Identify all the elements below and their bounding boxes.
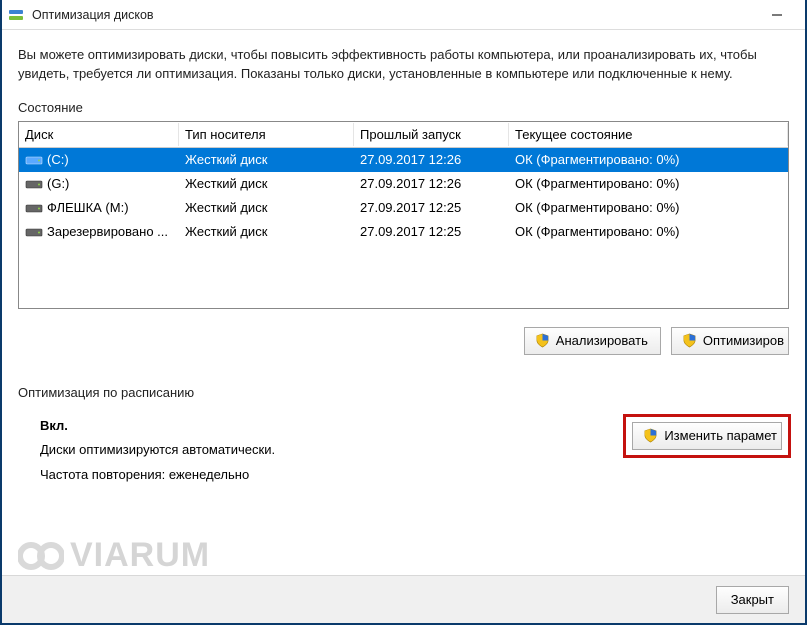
- status-label: Состояние: [18, 100, 789, 115]
- cell-media: Жесткий диск: [179, 173, 354, 194]
- col-header-media[interactable]: Тип носителя: [179, 123, 354, 146]
- cell-last-run: 27.09.2017 12:25: [354, 221, 509, 242]
- optimize-button[interactable]: Оптимизиров: [671, 327, 789, 355]
- col-header-state[interactable]: Текущее состояние: [509, 123, 788, 146]
- cell-disk-label: ФЛЕШКА (M:): [47, 200, 129, 215]
- drive-icon: [25, 225, 43, 239]
- cell-disk: (C:): [19, 149, 179, 171]
- cell-disk: (G:): [19, 173, 179, 195]
- drives-grid[interactable]: Диск Тип носителя Прошлый запуск Текущее…: [18, 121, 789, 309]
- titlebar: Оптимизация дисков: [2, 0, 805, 30]
- window-title: Оптимизация дисков: [32, 8, 754, 22]
- schedule-frequency-text: Частота повторения: еженедельно: [40, 463, 623, 488]
- description-text: Вы можете оптимизировать диски, чтобы по…: [18, 46, 789, 84]
- cell-media: Жесткий диск: [179, 221, 354, 242]
- drive-icon: [25, 177, 43, 191]
- cell-current-state: ОК (Фрагментировано: 0%): [509, 173, 788, 194]
- minimize-button[interactable]: [754, 1, 799, 29]
- cell-media: Жесткий диск: [179, 149, 354, 170]
- grid-header: Диск Тип носителя Прошлый запуск Текущее…: [19, 122, 788, 148]
- cell-disk-label: (G:): [47, 176, 69, 191]
- bottom-bar: Закрыт: [2, 575, 805, 623]
- cell-current-state: ОК (Фрагментировано: 0%): [509, 221, 788, 242]
- table-row[interactable]: ФЛЕШКА (M:) Жесткий диск27.09.2017 12:25О…: [19, 196, 788, 220]
- schedule-on-label: Вкл.: [40, 414, 623, 439]
- watermark: VIARUM: [18, 536, 210, 575]
- col-header-disk[interactable]: Диск: [19, 123, 179, 146]
- action-buttons-row: Анализировать Оптимизиров: [18, 327, 789, 355]
- drive-icon: [25, 201, 43, 215]
- cell-disk-label: (C:): [47, 152, 69, 167]
- col-header-last[interactable]: Прошлый запуск: [354, 123, 509, 146]
- cell-disk: ФЛЕШКА (M:): [19, 197, 179, 219]
- analyze-button[interactable]: Анализировать: [524, 327, 661, 355]
- uac-shield-icon: [535, 333, 550, 348]
- cell-last-run: 27.09.2017 12:25: [354, 197, 509, 218]
- optimize-button-label: Оптимизиров: [703, 333, 784, 348]
- uac-shield-icon: [682, 333, 697, 348]
- cell-disk-label: Зарезервировано ...: [47, 224, 168, 239]
- uac-shield-icon: [643, 428, 658, 443]
- table-row[interactable]: (C:) Жесткий диск27.09.2017 12:26ОК (Фраг…: [19, 148, 788, 172]
- cell-media: Жесткий диск: [179, 197, 354, 218]
- close-button-label: Закрыт: [731, 592, 774, 607]
- highlight-box: Изменить парамет: [623, 414, 791, 458]
- cell-disk: Зарезервировано ...: [19, 221, 179, 243]
- change-settings-button[interactable]: Изменить парамет: [632, 422, 782, 450]
- schedule-auto-text: Диски оптимизируются автоматически.: [40, 438, 623, 463]
- change-settings-button-label: Изменить парамет: [664, 428, 777, 443]
- close-button[interactable]: Закрыт: [716, 586, 789, 614]
- cell-last-run: 27.09.2017 12:26: [354, 173, 509, 194]
- schedule-status-block: Вкл. Диски оптимизируются автоматически.…: [18, 414, 623, 488]
- table-row[interactable]: (G:) Жесткий диск27.09.2017 12:26ОК (Фраг…: [19, 172, 788, 196]
- cell-last-run: 27.09.2017 12:26: [354, 149, 509, 170]
- watermark-text: VIARUM: [70, 536, 210, 575]
- cell-current-state: ОК (Фрагментировано: 0%): [509, 149, 788, 170]
- schedule-header: Оптимизация по расписанию: [18, 385, 789, 400]
- app-icon: [8, 7, 24, 23]
- analyze-button-label: Анализировать: [556, 333, 648, 348]
- table-row[interactable]: Зарезервировано ... Жесткий диск27.09.201…: [19, 220, 788, 244]
- cell-current-state: ОК (Фрагментировано: 0%): [509, 197, 788, 218]
- drive-icon: [25, 153, 43, 167]
